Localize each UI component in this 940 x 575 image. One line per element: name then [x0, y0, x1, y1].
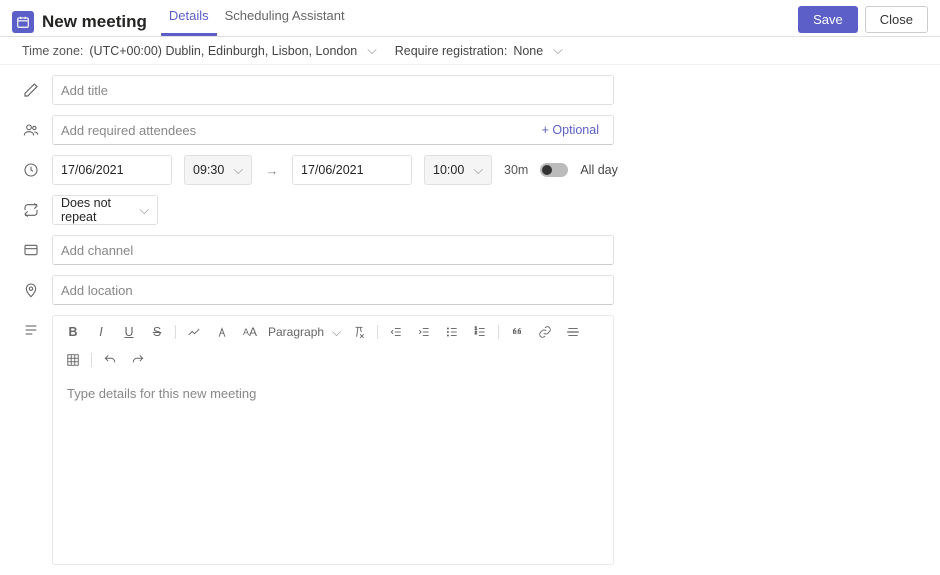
number-list-button[interactable]: 12	[470, 322, 490, 342]
italic-button[interactable]: I	[91, 322, 111, 342]
registration-label: Require registration:	[395, 44, 508, 58]
registration-dropdown[interactable]: Require registration: None ⌵	[395, 43, 563, 58]
font-size-button[interactable]: AA	[240, 322, 260, 342]
save-button[interactable]: Save	[798, 6, 858, 33]
toggle-knob	[542, 165, 552, 175]
separator	[498, 325, 499, 339]
bold-button[interactable]: B	[63, 322, 83, 342]
separator	[91, 353, 92, 367]
allday-label: All day	[580, 163, 618, 177]
attendees-placeholder: Add required attendees	[61, 123, 196, 138]
font-color-button[interactable]	[212, 322, 232, 342]
separator	[377, 325, 378, 339]
timezone-value: (UTC+00:00) Dublin, Edinburgh, Lisbon, L…	[89, 44, 357, 58]
optional-attendees-link[interactable]: + Optional	[542, 123, 599, 137]
separator	[175, 325, 176, 339]
chevron-down-icon: ⌵	[332, 325, 341, 340]
table-button[interactable]	[63, 350, 83, 370]
allday-toggle[interactable]	[540, 163, 568, 177]
paragraph-dropdown[interactable]: Paragraph ⌵	[268, 325, 341, 340]
paragraph-label: Paragraph	[268, 325, 324, 339]
repeat-icon	[22, 201, 40, 219]
duration-text: 30m	[504, 163, 528, 177]
link-button[interactable]	[535, 322, 555, 342]
tab-details[interactable]: Details	[161, 0, 217, 36]
svg-text:2: 2	[475, 330, 478, 335]
title-input[interactable]: Add title	[52, 75, 614, 105]
start-date-input[interactable]: 17/06/2021	[52, 155, 172, 185]
underline-button[interactable]: U	[119, 322, 139, 342]
chevron-down-icon: ⌵	[367, 43, 376, 58]
timezone-label: Time zone:	[22, 44, 83, 58]
repeat-dropdown[interactable]: Does not repeat ⌵	[52, 195, 158, 225]
description-body[interactable]: Type details for this new meeting	[53, 376, 613, 564]
timezone-dropdown[interactable]: Time zone: (UTC+00:00) Dublin, Edinburgh…	[22, 43, 377, 58]
page-title: New meeting	[42, 12, 147, 32]
chevron-down-icon: ⌵	[140, 203, 149, 218]
people-icon	[22, 121, 40, 139]
clock-icon	[22, 161, 40, 179]
redo-button[interactable]	[128, 350, 148, 370]
chevron-down-icon: ⌵	[474, 163, 483, 178]
description-icon	[22, 321, 40, 339]
highlight-button[interactable]	[184, 322, 204, 342]
description-editor[interactable]: B I U S AA Paragraph ⌵	[52, 315, 614, 565]
meeting-form: Add title Add required attendees + Optio…	[0, 65, 940, 575]
channel-icon	[22, 241, 40, 259]
chevron-down-icon: ⌵	[234, 163, 243, 178]
rte-toolbar: B I U S AA Paragraph ⌵	[53, 316, 613, 376]
tab-scheduling-assistant[interactable]: Scheduling Assistant	[217, 0, 353, 36]
strike-button[interactable]: S	[147, 322, 167, 342]
end-time-input[interactable]: 10:00 ⌵	[424, 155, 492, 185]
location-icon	[22, 281, 40, 299]
close-button[interactable]: Close	[865, 6, 928, 33]
chevron-down-icon: ⌵	[553, 43, 562, 58]
header-tabs: Details Scheduling Assistant	[161, 8, 353, 36]
registration-value: None	[513, 44, 543, 58]
channel-input[interactable]: Add channel	[52, 235, 614, 265]
arrow-right-icon: →	[264, 163, 280, 178]
pencil-icon	[22, 81, 40, 99]
bullet-list-button[interactable]	[442, 322, 462, 342]
quote-button[interactable]	[507, 322, 527, 342]
outdent-button[interactable]	[386, 322, 406, 342]
end-time-value: 10:00	[433, 163, 464, 177]
hr-button[interactable]	[563, 322, 583, 342]
location-input[interactable]: Add location	[52, 275, 614, 305]
calendar-app-icon	[12, 11, 34, 33]
attendees-input[interactable]: Add required attendees + Optional	[52, 115, 614, 145]
undo-button[interactable]	[100, 350, 120, 370]
indent-button[interactable]	[414, 322, 434, 342]
subheader: Time zone: (UTC+00:00) Dublin, Edinburgh…	[0, 37, 940, 65]
end-date-input[interactable]: 17/06/2021	[292, 155, 412, 185]
start-time-input[interactable]: 09:30 ⌵	[184, 155, 252, 185]
header: New meeting Details Scheduling Assistant…	[0, 0, 940, 37]
repeat-value: Does not repeat	[61, 196, 136, 224]
clear-format-button[interactable]	[349, 322, 369, 342]
start-time-value: 09:30	[193, 163, 224, 177]
